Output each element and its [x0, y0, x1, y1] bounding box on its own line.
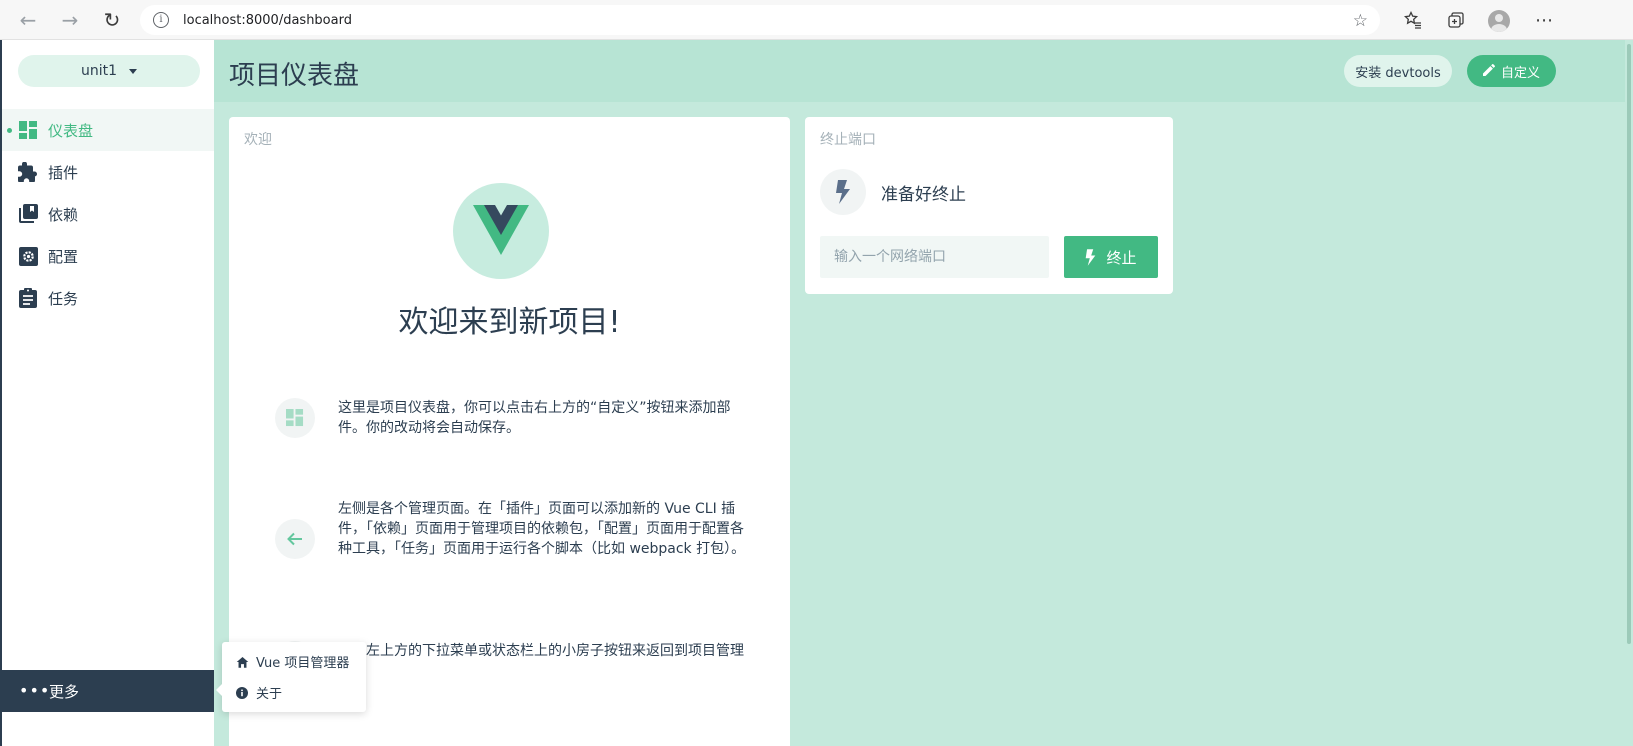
port-input[interactable]: [820, 236, 1049, 278]
customize-label: 自定义: [1500, 65, 1540, 81]
flash-icon: [1085, 248, 1096, 266]
more-horiz-icon: •••: [19, 681, 51, 700]
page-header: 项目仪表盘 安装 devtools 自定义: [214, 40, 1633, 102]
more-menu-popup: Vue 项目管理器 关于: [216, 642, 366, 712]
profile-avatar[interactable]: [1488, 10, 1510, 32]
menu-item-label: Vue 项目管理器: [256, 656, 350, 671]
sidebar-item-configuration[interactable]: 配置: [2, 235, 214, 277]
page-title: 项目仪表盘: [229, 61, 360, 91]
sidebar-item-label: 插件: [48, 163, 79, 182]
vue-logo: [453, 183, 549, 279]
sidebar-item-label: 配置: [48, 247, 79, 266]
arrow-back-icon: [275, 519, 315, 559]
back-button[interactable]: ←: [16, 8, 40, 32]
sidebar: unit1 仪表盘 插件 依赖 配置 任务 ••• 更多: [0, 40, 214, 746]
address-bar[interactable]: i localhost:8000/dashboard ☆: [140, 5, 1380, 35]
more-dots-icon: ⋯: [1535, 9, 1553, 31]
home-icon: [235, 655, 249, 669]
nav-list: 仪表盘 插件 依赖 配置 任务: [2, 109, 214, 319]
widget-title: 终止端口: [820, 132, 876, 148]
kill-button-label: 终止: [1106, 248, 1137, 267]
main-content: 项目仪表盘 安装 devtools 自定义 欢迎 欢迎来到新项目! 这里是项目仪…: [214, 40, 1633, 746]
menu-item-label: 关于: [256, 687, 283, 702]
project-select[interactable]: unit1: [18, 55, 200, 87]
kill-port-widget: 终止端口 准备好终止 终止: [805, 117, 1173, 294]
url-text[interactable]: localhost:8000/dashboard: [183, 13, 352, 28]
tip-text: 这里是项目仪表盘，你可以点击右上方的“自定义”按钮来添加部件。你的改动将会自动保…: [338, 400, 731, 436]
collections-icon[interactable]: [1445, 9, 1467, 31]
arrow-right-icon: →: [61, 8, 79, 32]
dashboard-icon: [18, 120, 38, 140]
more-label: 更多: [49, 682, 80, 701]
site-info-icon[interactable]: i: [153, 12, 169, 28]
sidebar-item-plugins[interactable]: 插件: [2, 151, 214, 193]
info-icon: [235, 686, 249, 700]
more-button[interactable]: ••• 更多: [2, 670, 214, 712]
project-name: unit1: [80, 63, 118, 79]
scrollbar[interactable]: [1625, 40, 1633, 746]
customize-button[interactable]: 自定义: [1467, 55, 1556, 87]
add-favorite-icon[interactable]: ☆: [1353, 11, 1368, 31]
favorites-icon[interactable]: [1402, 9, 1424, 31]
welcome-heading: 欢迎来到新项目!: [398, 305, 621, 340]
sidebar-item-tasks[interactable]: 任务: [2, 277, 214, 319]
vue-logo-icon: [473, 205, 529, 255]
sidebar-item-label: 仪表盘: [48, 121, 94, 140]
settings-icon: [18, 246, 38, 266]
menu-item-project-manager[interactable]: Vue 项目管理器: [222, 646, 366, 677]
browser-menu-icon[interactable]: ⋯: [1533, 9, 1555, 31]
arrow-left-icon: ←: [19, 8, 37, 32]
active-indicator: [7, 128, 12, 133]
menu-item-about[interactable]: 关于: [222, 677, 366, 708]
tip-text: 点击左上方的下拉菜单或状态栏上的小房子按钮来返回到项目管理器。: [338, 643, 744, 679]
sidebar-item-label: 依赖: [48, 205, 79, 224]
reload-button[interactable]: ↻: [100, 8, 124, 32]
caret-down-icon: [129, 68, 138, 74]
widget-title: 欢迎: [244, 132, 272, 148]
pencil-icon: [1482, 63, 1495, 79]
sidebar-item-label: 任务: [48, 289, 79, 308]
assignment-icon: [18, 288, 38, 308]
scrollbar-thumb[interactable]: [1627, 44, 1631, 644]
install-devtools-button[interactable]: 安装 devtools: [1344, 55, 1452, 87]
puzzle-icon: [18, 162, 38, 182]
reload-icon: ↻: [103, 8, 121, 32]
kill-status-text: 准备好终止: [881, 185, 966, 205]
kill-button[interactable]: 终止: [1064, 236, 1158, 278]
collections-glyph-icon: [1448, 12, 1464, 28]
library-icon: [18, 204, 38, 224]
browser-toolbar: ← → ↻ i localhost:8000/dashboard ☆ ⋯: [0, 0, 1633, 40]
sidebar-item-dashboard[interactable]: 仪表盘: [2, 109, 214, 151]
sidebar-item-dependencies[interactable]: 依赖: [2, 193, 214, 235]
tip-text: 左侧是各个管理页面。在「插件」页面可以添加新的 Vue CLI 插件，「依赖」页…: [338, 501, 746, 557]
dashboard-icon: [275, 398, 315, 438]
forward-button[interactable]: →: [58, 8, 82, 32]
favorites-star-icon: [1404, 11, 1421, 29]
flash-icon: [820, 169, 866, 215]
